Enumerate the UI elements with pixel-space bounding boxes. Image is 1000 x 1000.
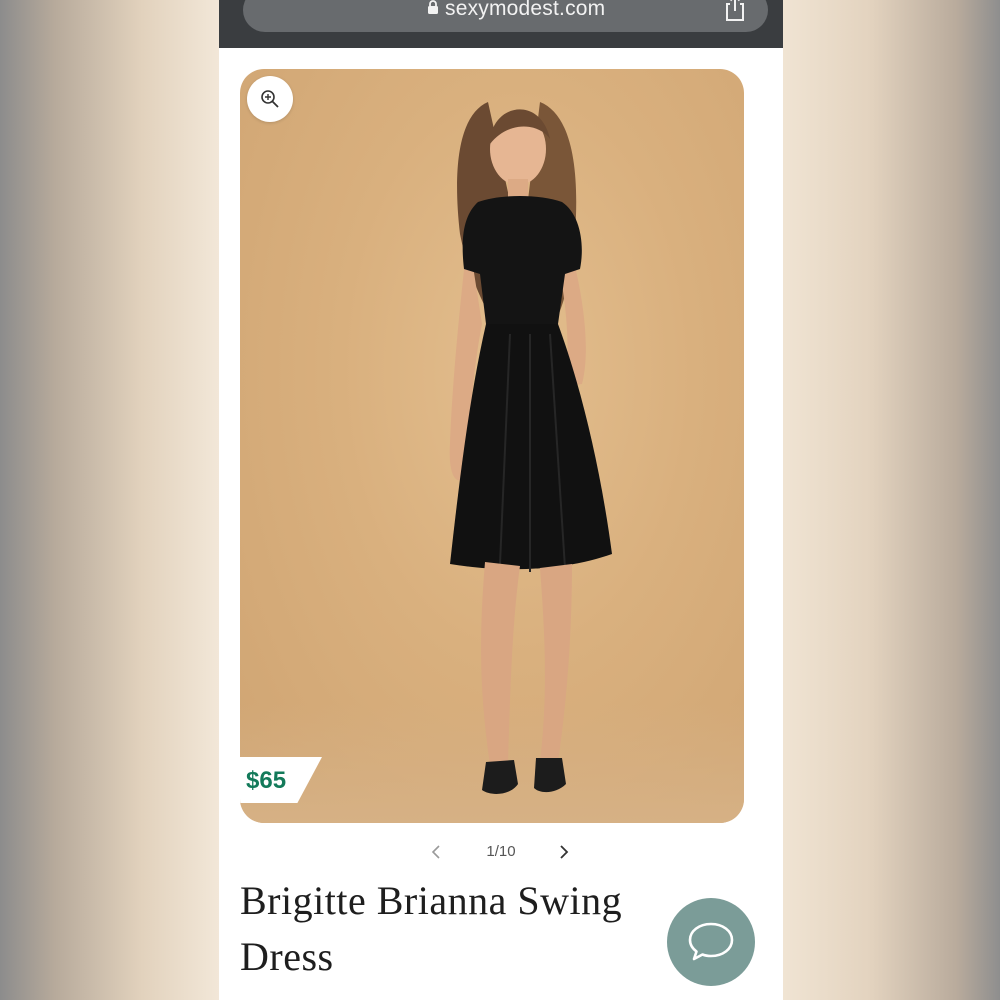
- address-bar[interactable]: sexymodest.com: [243, 0, 768, 32]
- browser-toolbar: sexymodest.com: [219, 0, 783, 48]
- background-left: [0, 0, 219, 1000]
- chat-bubble-icon: [688, 922, 734, 961]
- product-image[interactable]: $65: [240, 69, 744, 823]
- background-right: [783, 0, 1000, 1000]
- lock-icon: [428, 0, 438, 14]
- chevron-right-icon[interactable]: [557, 842, 571, 862]
- phone-screen: sexymodest.com $65 1/10 Brigitte Brianna…: [219, 0, 783, 1000]
- gallery-counter: 1/10: [486, 843, 516, 860]
- price-text: $65: [246, 767, 287, 794]
- model-photo: [449, 102, 612, 794]
- zoom-button[interactable]: [247, 76, 293, 122]
- url-text[interactable]: sexymodest.com: [445, 0, 605, 21]
- gallery-pager: 1/10: [219, 838, 783, 866]
- zoom-in-icon: [261, 90, 279, 108]
- chat-button[interactable]: [667, 898, 755, 986]
- share-icon[interactable]: [723, 0, 747, 22]
- product-title: Brigitte Brianna Swing Dress: [240, 878, 623, 979]
- chevron-left-icon[interactable]: [429, 842, 443, 862]
